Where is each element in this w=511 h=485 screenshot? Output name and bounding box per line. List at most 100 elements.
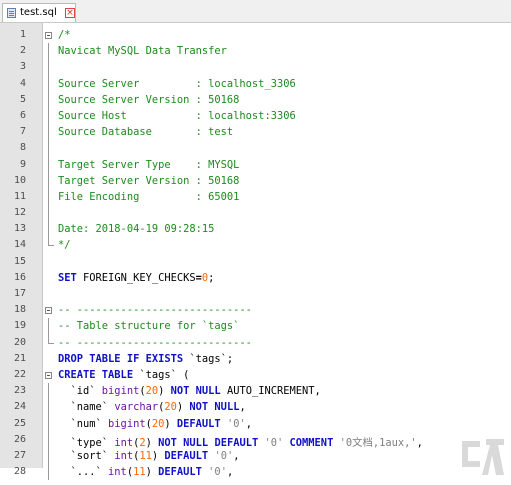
fold-toggle-icon[interactable] <box>45 371 52 379</box>
line-number: 23 <box>13 385 26 397</box>
line-number: 24 <box>13 401 26 413</box>
code-line[interactable]: 9 Target Server Type : MYSQL <box>0 156 511 173</box>
code-line[interactable]: 2 Navicat MySQL Data Transfer <box>0 43 511 60</box>
code-line[interactable]: 13 Date: 2018-04-19 09:28:15 <box>0 221 511 238</box>
fold-guide <box>48 59 49 76</box>
code-line[interactable]: 18 -- ---------------------------- <box>0 302 511 318</box>
fold-guide <box>48 107 49 125</box>
line-number: 1 <box>19 29 26 40</box>
code-token: , <box>245 417 252 430</box>
code-token: Source Server Version : 50168 <box>58 93 240 106</box>
code-line[interactable]: 22 CREATE TABLE `tags` ( <box>0 367 511 383</box>
line-number: 9 <box>19 158 26 170</box>
code-text: Source Host : localhost:3306 <box>58 110 296 122</box>
line-number: 14 <box>13 239 26 251</box>
code-token: '0文档,1aux,' <box>333 436 417 449</box>
code-line[interactable]: 28 `...` int(11) DEFAULT '0', <box>0 464 511 481</box>
close-icon[interactable]: × <box>65 8 75 18</box>
code-line[interactable]: 5 Source Server Version : 50168 <box>0 91 511 108</box>
fold-guide <box>48 318 49 335</box>
code-token: `num` <box>58 417 109 430</box>
line-number: 22 <box>13 368 26 380</box>
code-line[interactable]: 23 `id` bigint(20) NOT NULL AUTO_INCREME… <box>0 383 511 400</box>
line-number: 27 <box>13 449 26 461</box>
fold-guide <box>48 172 49 189</box>
code-token: varchar <box>114 401 159 414</box>
line-number: 12 <box>13 207 26 219</box>
code-text: File Encoding : 65001 <box>58 191 239 203</box>
code-line[interactable]: 3 <box>0 59 511 76</box>
code-line[interactable]: 6 Source Host : localhost:3306 <box>0 107 511 125</box>
fold-guide <box>48 188 49 206</box>
code-area[interactable]: 1 /* 2 Navicat MySQL Data Transfer 3 4 Source … <box>0 27 511 481</box>
line-number: 26 <box>13 433 26 445</box>
code-token: `tags` ( <box>133 368 190 381</box>
code-token: ) <box>145 436 159 449</box>
code-text: `id` bigint(20) NOT NULL AUTO_INCREMENT, <box>58 385 321 397</box>
fold-guide <box>48 383 49 400</box>
code-token: int <box>114 436 134 449</box>
fold-end-guide <box>48 237 54 247</box>
code-token: `tags`; <box>183 352 234 365</box>
code-line[interactable]: 4 Source Server : localhost_3306 <box>0 75 511 92</box>
code-token: int <box>114 449 134 462</box>
line-number: 2 <box>19 45 26 57</box>
code-token: 11 <box>139 449 152 462</box>
code-token: `id` <box>58 385 102 398</box>
code-line[interactable]: 21 DROP TABLE IF EXISTS `tags`; <box>0 351 511 367</box>
code-line[interactable]: 12 <box>0 205 511 222</box>
code-line[interactable]: 15 <box>0 254 511 270</box>
fold-end-guide <box>48 334 54 344</box>
code-token: -- Table structure for `tags` <box>58 320 240 333</box>
code-text: `type` int(2) NOT NULL DEFAULT '0' COMME… <box>58 434 423 449</box>
line-number: 20 <box>13 336 26 348</box>
code-token: 20 <box>145 385 159 398</box>
fold-guide <box>48 447 49 465</box>
code-line[interactable]: 19 -- Table structure for `tags` <box>0 318 511 335</box>
fold-guide <box>48 43 49 60</box>
fold-toggle-icon[interactable] <box>45 32 52 39</box>
code-text: Target Server Type : MYSQL <box>58 159 239 171</box>
code-token: ) <box>151 449 165 462</box>
tab-label: test.sql <box>20 7 57 18</box>
fold-guide <box>48 464 49 481</box>
line-number: 17 <box>13 288 26 299</box>
line-number: 21 <box>13 352 26 364</box>
line-number: 8 <box>19 142 26 154</box>
code-text: -- ---------------------------- <box>58 304 252 316</box>
file-icon <box>7 8 16 18</box>
code-editor[interactable]: 1 /* 2 Navicat MySQL Data Transfer 3 4 Source … <box>0 23 511 481</box>
code-line[interactable]: 25 `num` bigint(20) DEFAULT '0', <box>0 415 511 432</box>
code-line[interactable]: 10 Target Server Version : 50168 <box>0 172 511 189</box>
fold-guide <box>48 124 49 141</box>
code-line[interactable]: 8 <box>0 140 511 157</box>
code-line[interactable]: 14 */ <box>0 237 511 253</box>
line-number: 4 <box>19 77 26 89</box>
fold-toggle-icon[interactable] <box>45 307 52 315</box>
code-line[interactable]: 16 SET FOREIGN_KEY_CHECKS=0; <box>0 270 511 286</box>
code-token: COMMENT <box>289 436 334 449</box>
code-line[interactable]: 26 `type` int(2) NOT NULL DEFAULT '0' CO… <box>0 431 511 449</box>
code-line[interactable]: 27 `sort` int(11) DEFAULT '0', <box>0 447 511 465</box>
code-line[interactable]: 24 `name` varchar(20) NOT NULL, <box>0 399 511 416</box>
code-token: 20 <box>151 417 165 430</box>
code-token: , <box>239 401 246 414</box>
code-token: `sort` <box>58 449 115 462</box>
code-line[interactable]: 17 <box>0 286 511 302</box>
code-text: Source Server : localhost_3306 <box>58 78 296 90</box>
code-token: ) <box>176 401 190 414</box>
code-token: '0' <box>258 436 284 449</box>
code-line[interactable]: 11 File Encoding : 65001 <box>0 188 511 206</box>
code-text: CREATE TABLE `tags` ( <box>58 369 189 381</box>
code-text: DROP TABLE IF EXISTS `tags`; <box>58 353 233 365</box>
code-token: bigint <box>101 385 140 398</box>
code-line[interactable]: 1 /* <box>0 27 511 43</box>
code-line[interactable]: 7 Source Database : test <box>0 124 511 141</box>
code-text: */ <box>58 239 71 251</box>
code-token: Source Database : test <box>58 126 234 139</box>
code-line[interactable]: 20 -- ---------------------------- <box>0 334 511 351</box>
code-text: Date: 2018-04-19 09:28:15 <box>58 223 214 235</box>
fold-guide <box>48 75 49 92</box>
tab-test-sql[interactable]: test.sql × <box>2 3 76 22</box>
code-token: '0' <box>220 417 246 430</box>
